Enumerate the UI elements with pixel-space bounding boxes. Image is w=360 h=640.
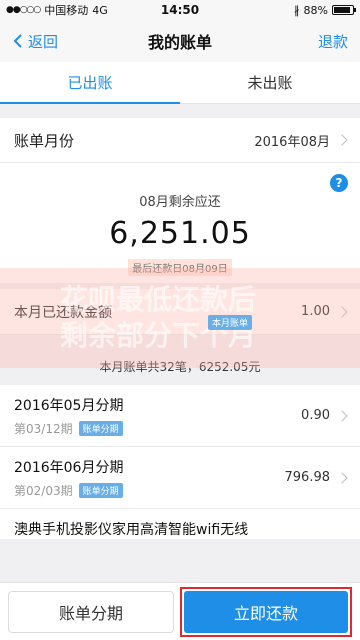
list-item[interactable]: 2016年06月分期 第02/03期 账单分期 796.98 [0, 447, 360, 509]
bill-installment-button[interactable]: 账单分期 [8, 590, 174, 633]
due-date: 最后还款日08月09日 [128, 259, 232, 276]
bill-period: 第02/03期 [14, 483, 73, 498]
chevron-right-icon [336, 471, 348, 484]
chevron-right-icon [336, 409, 348, 422]
watermark-badge: 本月账单 [208, 315, 253, 330]
remaining-label: 08月剩余应还 [139, 195, 221, 210]
list-item[interactable]: 2016年05月分期 第03/12期 账单分期 0.90 [0, 385, 360, 447]
carrier: 中国移动 [44, 4, 89, 17]
chevron-left-icon [13, 34, 22, 48]
tab-billed[interactable]: 已出账 [0, 62, 180, 104]
signal-icon: ●●○○○ [6, 5, 41, 15]
bill-month-label: 账单月份 [14, 131, 75, 150]
back-button[interactable]: 返回 [12, 31, 58, 52]
pay-now-button[interactable]: 立即还款 [184, 590, 348, 633]
tab-unbilled[interactable]: 未出账 [180, 62, 360, 103]
bottom-action-bar: 账单分期 立即还款 [0, 582, 360, 640]
bill-amount: 0.90 [301, 408, 330, 423]
back-label: 返回 [28, 32, 59, 51]
bill-month-value: 2016年08月 [254, 134, 330, 150]
bill-summary: ? 08月剩余应还 6,251.05 最后还款日08月09日 [0, 163, 360, 283]
chevron-right-icon [336, 305, 348, 318]
help-icon[interactable]: ? [330, 174, 348, 192]
bill-title: 2016年05月分期 [14, 397, 124, 414]
bill-period: 第03/12期 [14, 421, 73, 436]
remaining-amount: 6,251.05 [109, 216, 251, 251]
installment-tag: 账单分期 [78, 420, 123, 436]
repaid-label: 本月已还款金额 [14, 304, 112, 321]
battery-percent: 88% [303, 3, 328, 17]
bills-count: 本月账单共32笔，6252.05元 [0, 347, 360, 385]
bill-title: 2016年06月分期 [14, 459, 124, 476]
repaid-row[interactable]: 本月已还款金额 1.00 [0, 289, 360, 335]
network-type: 4G [92, 3, 108, 17]
repaid-value: 1.00 [301, 304, 330, 319]
bill-month-row[interactable]: 账单月份 2016年08月 [0, 118, 360, 163]
clock: 14:50 [160, 3, 200, 17]
refund-button[interactable]: 退款 [318, 31, 348, 52]
chevron-right-icon [336, 134, 348, 146]
tab-bar: 已出账 未出账 [0, 62, 360, 104]
status-bar: ●●○○○ 中国移动 4G 14:50 ∦ 88% [0, 0, 360, 20]
list-item[interactable]: 澳典手机投影仪家用高清智能wifi无线 [0, 509, 360, 539]
bill-amount: 796.98 [284, 470, 331, 485]
pay-highlight: 立即还款 [180, 586, 352, 637]
installment-tag: 账单分期 [78, 482, 123, 498]
nav-bar: 返回 我的账单 退款 [0, 20, 360, 62]
page-title: 我的账单 [147, 33, 213, 52]
bluetooth-icon: ∦ [294, 3, 300, 17]
battery-icon [332, 5, 356, 15]
